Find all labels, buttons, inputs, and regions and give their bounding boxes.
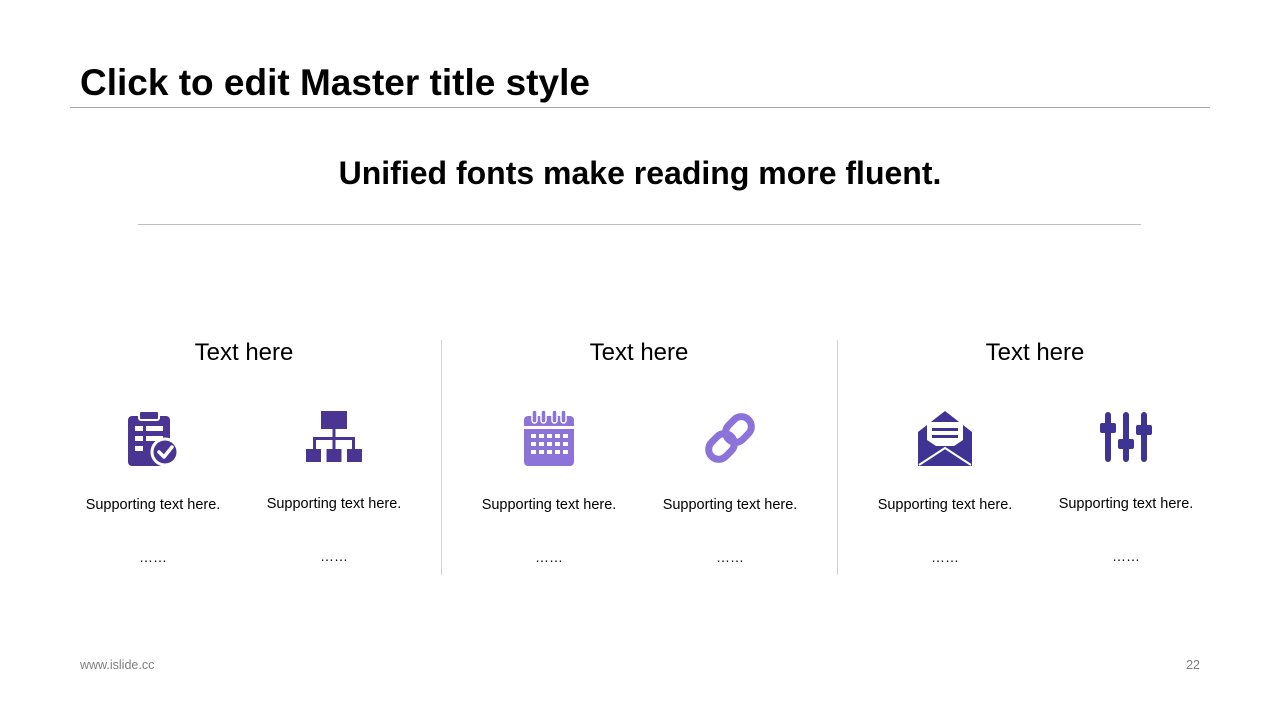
supporting-text: Supporting text here. <box>481 497 617 513</box>
ellipsis-text: …… <box>716 549 744 565</box>
group-3-heading[interactable]: Text here <box>837 338 1233 368</box>
slide-subtitle[interactable]: Unified fonts make reading more fluent. <box>0 152 1280 194</box>
calendar-icon <box>521 410 577 466</box>
ellipsis-text: …… <box>535 549 563 565</box>
subtitle-divider <box>138 224 1141 225</box>
open-envelope-icon <box>917 410 973 466</box>
supporting-text: Supporting text here. <box>877 497 1013 513</box>
supporting-text: Supporting text here. <box>85 497 221 513</box>
supporting-text: Supporting text here. <box>662 497 798 513</box>
group-1-heading[interactable]: Text here <box>46 338 442 368</box>
ellipsis-text: …… <box>931 549 959 565</box>
group-2-heading[interactable]: Text here <box>441 338 837 368</box>
ellipsis-text: …… <box>320 548 348 564</box>
column-divider-1 <box>441 340 442 575</box>
title-divider <box>70 107 1210 108</box>
footer-url: www.islide.cc <box>80 658 155 672</box>
column-divider-2 <box>837 340 838 575</box>
page-number: 22 <box>1186 658 1200 672</box>
supporting-text: Supporting text here. <box>266 496 402 512</box>
org-chart-icon <box>306 409 362 465</box>
link-icon <box>702 410 758 466</box>
ellipsis-text: …… <box>1112 548 1140 564</box>
ellipsis-text: …… <box>139 549 167 565</box>
clipboard-check-icon <box>125 410 181 466</box>
slide-title[interactable]: Click to edit Master title style <box>80 60 590 106</box>
supporting-text: Supporting text here. <box>1058 496 1194 512</box>
sliders-icon <box>1098 409 1154 465</box>
